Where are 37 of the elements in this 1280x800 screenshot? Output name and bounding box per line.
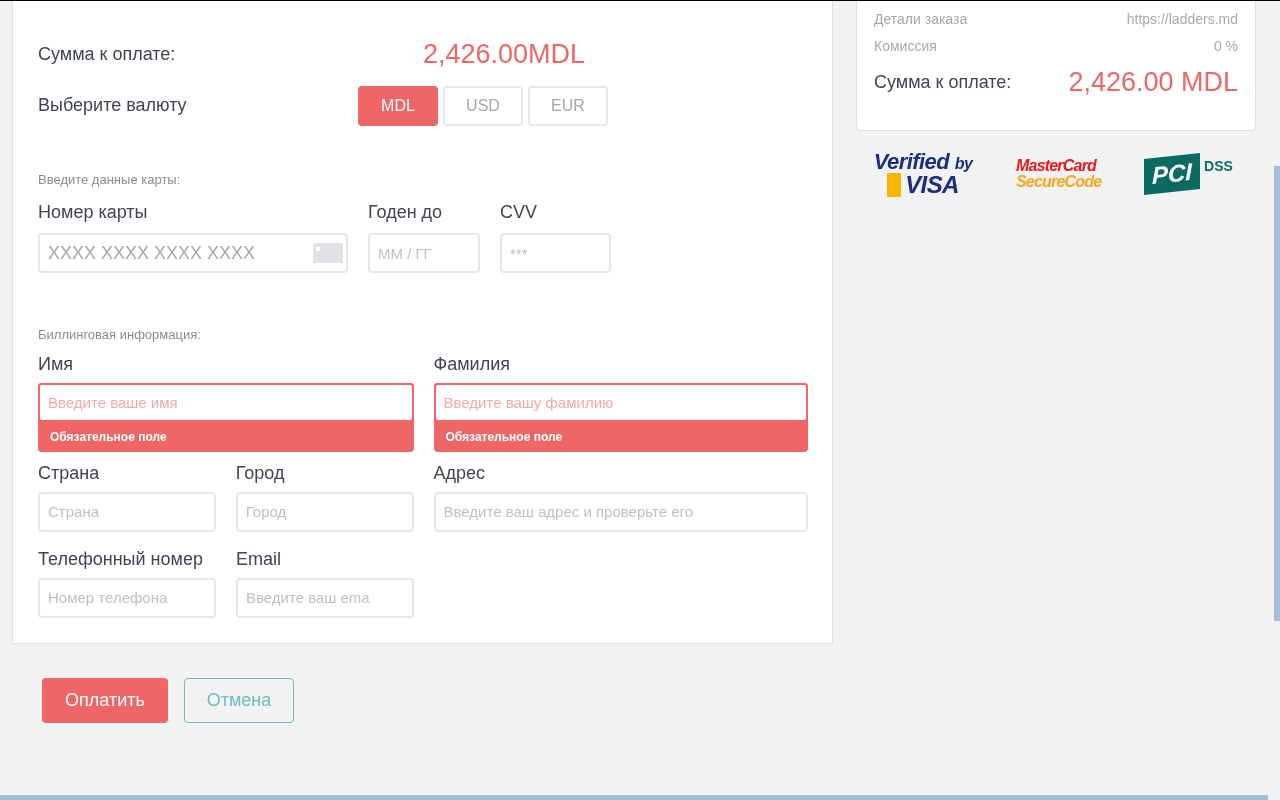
pay-button[interactable]: Оплатить: [42, 678, 168, 723]
summary-value: 0 %: [1213, 37, 1238, 56]
scrollbar[interactable]: [1274, 166, 1280, 621]
input-field[interactable]: Введите ваше имя: [38, 382, 414, 422]
field-label: Email: [236, 547, 282, 570]
verified-by-visa-logo: Verified by VISA: [872, 151, 975, 197]
error-field[interactable]: Введите ваше имя Обязательное поле: [38, 382, 414, 452]
currency-tab[interactable]: MDL: [358, 85, 438, 126]
summary-value: https://ladders.md: [1126, 10, 1238, 29]
mastercard-securecode-logo: MasterCard SecureCode: [1016, 158, 1103, 190]
error-message: Обязательное поле: [444, 428, 564, 446]
card-number-field[interactable]: XXXX XXXX XXXX XXXX: [38, 233, 348, 273]
currency-tab[interactable]: USD: [443, 85, 523, 126]
field-label: Страна: [38, 461, 101, 484]
field-label: Телефонный номер: [38, 547, 204, 570]
field-label: Годен до: [368, 201, 444, 224]
total-label: Сумма к оплате:: [874, 70, 1012, 94]
currency-label: Выберите валюту: [38, 94, 188, 117]
amount-value: 2,426.00MDL: [423, 38, 586, 71]
field-label: Номер карты: [38, 201, 149, 224]
credit-card-icon: [313, 243, 343, 263]
cancel-button[interactable]: Отмена: [184, 678, 294, 723]
error-field[interactable]: Введите вашу фамилию Обязательное поле: [433, 382, 808, 452]
error-message: Обязательное поле: [49, 428, 168, 446]
field-label: Город: [235, 461, 286, 484]
total-value: 2,426.00 MDL: [1068, 66, 1238, 99]
currency-tab[interactable]: EUR: [528, 85, 608, 126]
summary-label: Комиссия: [874, 37, 937, 56]
field-label: Адрес: [433, 461, 487, 484]
field-label: Фамилия: [433, 352, 511, 375]
field-label: Имя: [38, 352, 75, 375]
section-heading: Биллинговая информация:: [38, 326, 202, 344]
amount-label: Сумма к оплате:: [38, 42, 177, 66]
field-label: CVV: [500, 201, 538, 224]
input-field[interactable]: Введите вашу фамилию: [433, 382, 808, 422]
summary-label: Детали заказа: [874, 10, 968, 29]
section-heading: Введите данные карты:: [38, 170, 182, 189]
